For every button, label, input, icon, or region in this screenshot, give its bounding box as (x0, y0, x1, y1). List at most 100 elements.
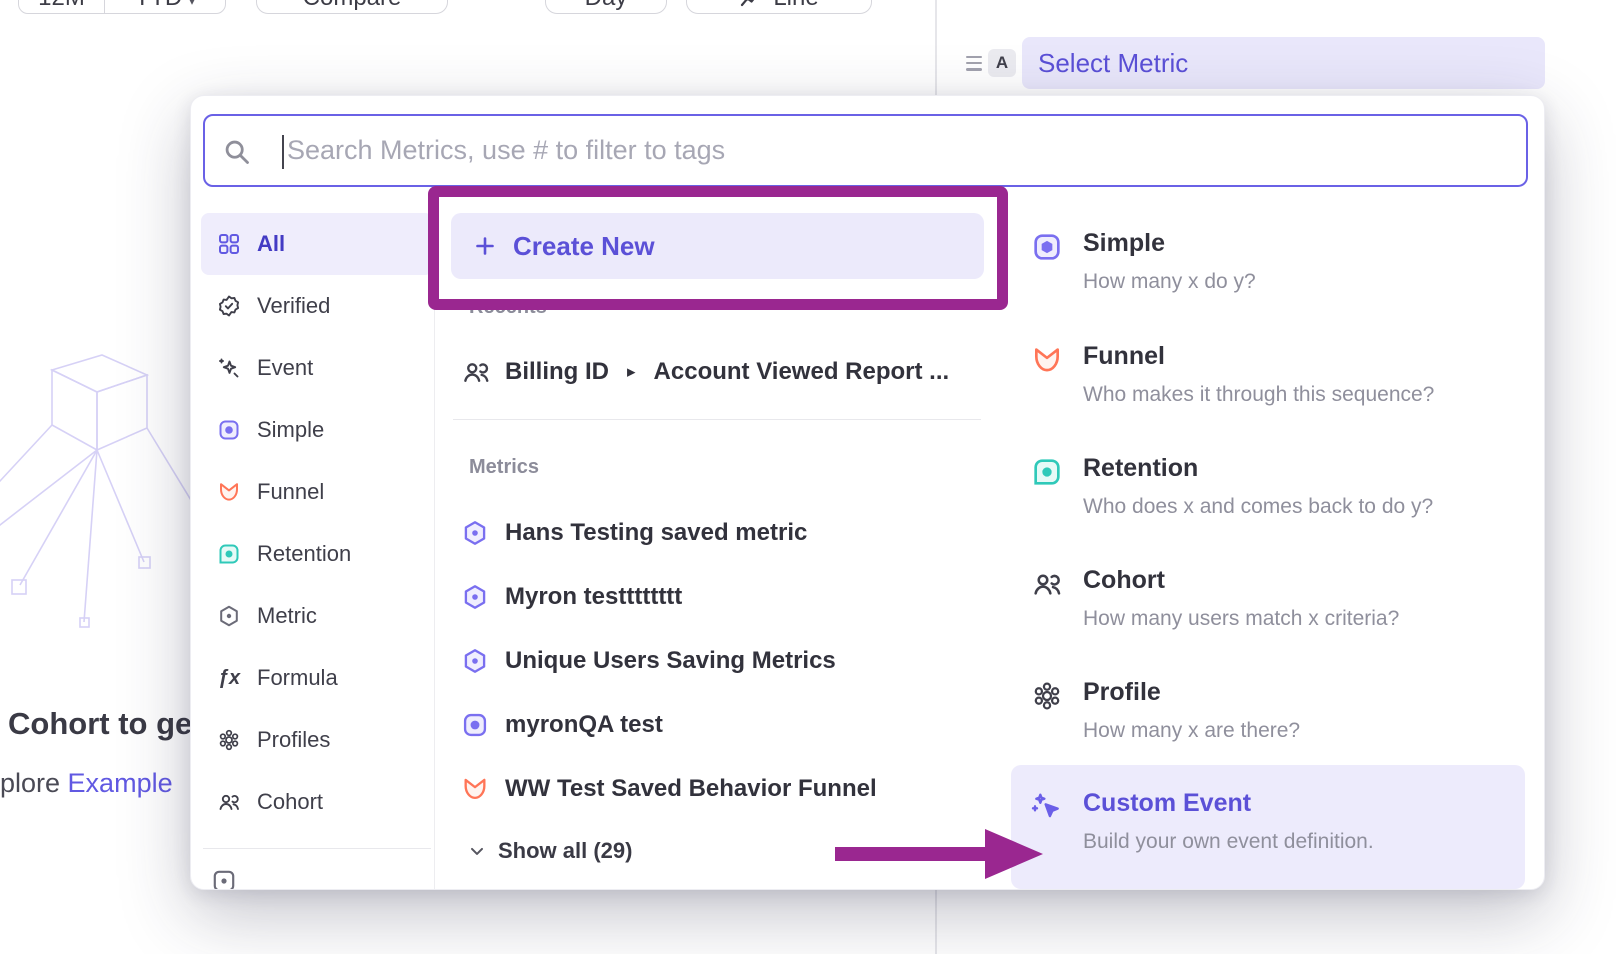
type-desc: How many x are there? (1083, 719, 1300, 743)
search-input[interactable] (287, 116, 1517, 185)
cohort-people-icon (217, 790, 241, 814)
type-title: Profile (1083, 678, 1300, 707)
simple-icon (217, 418, 241, 442)
list-item[interactable]: Unique Users Saving Metrics (461, 629, 981, 693)
metric-search-box (203, 114, 1528, 187)
create-new-label: Create New (513, 231, 655, 262)
type-desc: Build your own event definition. (1083, 830, 1374, 854)
verified-icon (217, 294, 241, 318)
compare-label: Compare (303, 0, 402, 12)
type-retention[interactable]: Retention Who does x and comes back to d… (1011, 449, 1525, 519)
sidebar-item-label: Event (257, 355, 313, 381)
sidebar-item-label: Metric (257, 603, 317, 629)
custom-event-icon (1031, 791, 1063, 823)
chart-type-line-button[interactable]: Line (686, 0, 872, 14)
select-metric-button[interactable]: Select Metric (1022, 37, 1545, 89)
empty-state-headline: Cohort to ge (8, 706, 192, 742)
compare-button[interactable]: Compare (256, 0, 448, 14)
list-item[interactable]: Hans Testing saved metric (461, 501, 981, 565)
explore-text: plore (0, 768, 68, 798)
text-cursor (282, 135, 284, 169)
background-illustration (0, 330, 202, 690)
sidebar-item-simple[interactable]: Simple (201, 399, 433, 461)
metric-item-label: myronQA test (505, 711, 663, 739)
line-label: Line (773, 0, 818, 12)
range-ytd-label: YTD (134, 0, 182, 12)
type-simple[interactable]: Simple How many x do y? (1011, 224, 1525, 294)
type-profile[interactable]: Profile How many x are there? (1011, 673, 1525, 743)
range-12m-button[interactable]: 12M (19, 0, 105, 13)
select-metric-label: Select Metric (1038, 48, 1188, 79)
funnel-icon (217, 480, 241, 504)
metric-item-label: Hans Testing saved metric (505, 519, 807, 547)
type-desc: Who does x and comes back to do y? (1083, 495, 1433, 519)
breadcrumb-arrow-icon: ▸ (623, 362, 640, 382)
metric-picker-modal: All Verified Event Simple (190, 95, 1545, 890)
day-label: Day (585, 0, 628, 12)
retention-icon (217, 542, 241, 566)
drag-handle-icon[interactable] (966, 56, 982, 75)
type-desc: How many x do y? (1083, 270, 1256, 294)
date-range-segmented-control: 12M YTD ▾ (18, 0, 226, 14)
sidebar-item-retention[interactable]: Retention (201, 523, 433, 585)
recent-item-primary: Billing ID (505, 358, 609, 386)
create-new-button[interactable]: Create New (451, 213, 984, 279)
chevron-down-icon: ▾ (188, 0, 196, 12)
sidebar-item-verified[interactable]: Verified (201, 275, 433, 337)
show-all-label: Show all (29) (498, 838, 632, 864)
sidebar-item-profiles[interactable]: Profiles (201, 709, 433, 771)
simple-icon (461, 711, 489, 739)
sidebar-item-label: All (257, 231, 285, 257)
sidebar-item-all[interactable]: All (201, 213, 433, 275)
recent-metric-item[interactable]: Billing ID ▸ Account Viewed Report ... (461, 348, 949, 396)
type-title: Cohort (1083, 566, 1399, 595)
metric-hexagon-icon (461, 647, 489, 675)
recents-metrics-divider (453, 419, 981, 420)
type-funnel[interactable]: Funnel Who makes it through this sequenc… (1011, 337, 1525, 407)
recent-item-secondary: Account Viewed Report ... (654, 358, 950, 386)
sidebar-divider (434, 213, 435, 890)
list-item[interactable]: myronQA test (461, 693, 981, 757)
sidebar-item-label: Retention (257, 541, 351, 567)
sidebar-item-label: Formula (257, 665, 338, 691)
sidebar-item-label: Cohort (257, 789, 323, 815)
event-sparkle-icon (217, 356, 241, 380)
type-title: Retention (1083, 454, 1433, 483)
funnel-icon (461, 775, 489, 803)
metric-hexagon-icon (461, 583, 489, 611)
empty-state-subtext: plore Example (0, 768, 173, 799)
range-12m-label: 12M (38, 0, 85, 12)
sidebar-item-metric[interactable]: Metric (201, 585, 433, 647)
day-button[interactable]: Day (545, 0, 667, 14)
sidebar-item-cohort[interactable]: Cohort (201, 771, 433, 833)
type-custom-event[interactable]: Custom Event Build your own event defini… (1011, 765, 1525, 889)
sidebar-item-formula[interactable]: ƒx Formula (201, 647, 433, 709)
funnel-icon (1031, 344, 1063, 376)
profiles-flower-icon (217, 728, 241, 752)
metric-item-label: Myron testttttttt (505, 583, 682, 611)
formula-icon: ƒx (217, 667, 241, 690)
series-a-badge: A (988, 49, 1016, 77)
sidebar-partial-item-icon[interactable] (211, 868, 237, 890)
list-item[interactable]: Myron testttttttt (461, 565, 981, 629)
series-a-label: A (996, 53, 1008, 73)
sidebar-item-event[interactable]: Event (201, 337, 433, 399)
show-all-button[interactable]: Show all (29) (467, 838, 632, 864)
app-screen: 12M YTD ▾ Compare Day Line A Select Metr… (0, 0, 1616, 954)
sidebar-section-divider (203, 848, 431, 849)
saved-metrics-list: Hans Testing saved metric Myron testtttt… (461, 501, 981, 821)
type-cohort[interactable]: Cohort How many users match x criteria? (1011, 561, 1525, 631)
retention-icon (1031, 456, 1063, 488)
filter-sidebar: All Verified Event Simple (201, 213, 433, 833)
cohort-people-icon (1031, 568, 1063, 600)
type-title: Funnel (1083, 342, 1434, 371)
example-reports-link[interactable]: Example (68, 768, 173, 798)
sidebar-item-label: Verified (257, 293, 330, 319)
range-ytd-button[interactable]: YTD ▾ (105, 0, 225, 13)
search-icon (223, 138, 251, 166)
metric-item-label: Unique Users Saving Metrics (505, 647, 836, 675)
sidebar-item-funnel[interactable]: Funnel (201, 461, 433, 523)
metric-hexagon-icon (217, 604, 241, 628)
list-item[interactable]: WW Test Saved Behavior Funnel (461, 757, 981, 821)
metric-item-label: WW Test Saved Behavior Funnel (505, 775, 877, 803)
